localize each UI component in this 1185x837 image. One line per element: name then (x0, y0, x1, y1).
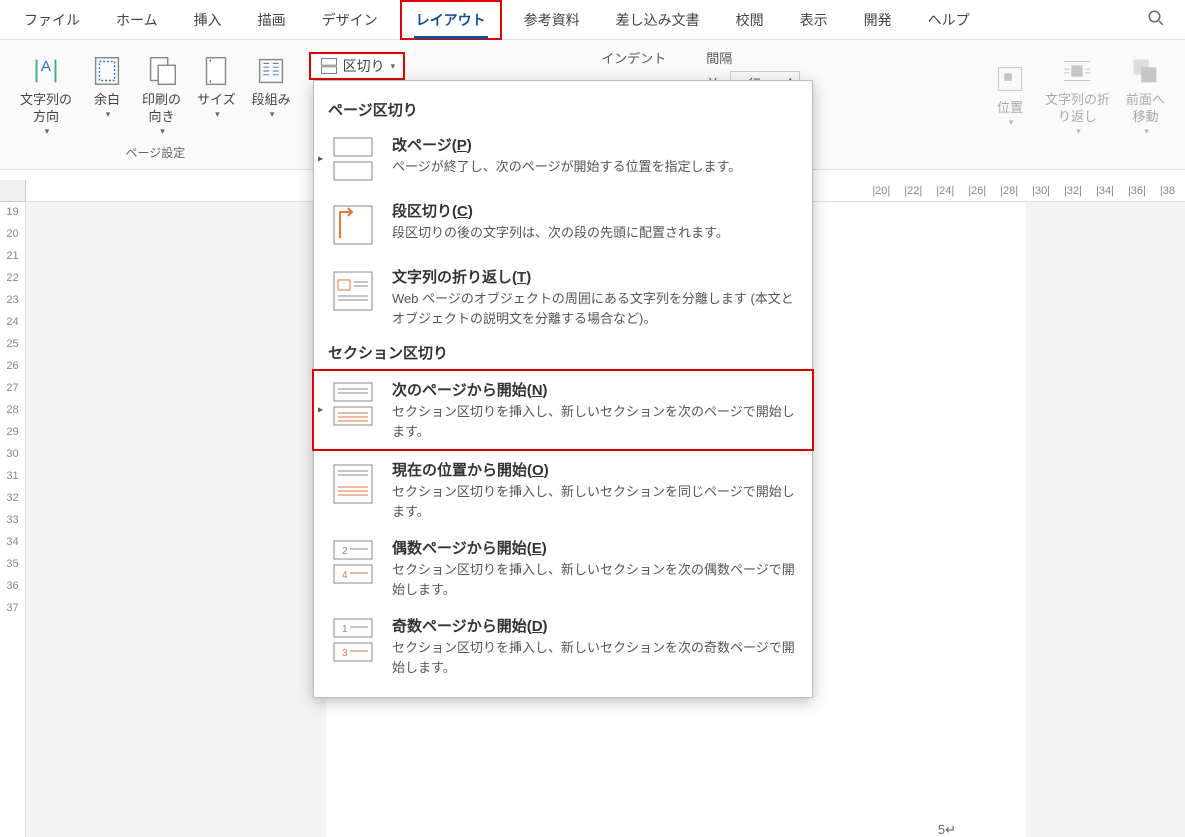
search-icon[interactable] (1137, 3, 1175, 36)
orientation-icon (143, 52, 181, 90)
breaks-button[interactable]: 区切り ▾ (309, 52, 406, 80)
chevron-down-icon: ▾ (106, 109, 111, 120)
odd-page-break-icon: 13 (328, 615, 378, 665)
text-direction-icon: A (27, 52, 65, 90)
ribbon-tabs: ファイル ホーム 挿入 描画 デザイン レイアウト 参考資料 差し込み文書 校閲… (0, 0, 1185, 40)
chevron-down-icon: ▾ (45, 126, 50, 137)
chevron-down-icon: ▾ (160, 126, 165, 137)
tab-insert[interactable]: 挿入 (180, 2, 236, 38)
break-page-item[interactable]: ▸ 改ページ(P) ページが終了し、次のページが開始する位置を指定します。 (314, 126, 812, 192)
break-even-page-item[interactable]: 24 偶数ページから開始(E) セクション区切りを挿入し、新しいセクションを次の… (314, 529, 812, 607)
text-wrap-break-icon (328, 266, 378, 316)
break-next-page-item[interactable]: ▸ 次のページから開始(N) セクション区切りを挿入し、新しいセクションを次のペ… (312, 369, 814, 451)
vertical-ruler[interactable]: 19202122232425262728293031323334353637 (0, 202, 26, 837)
chevron-down-icon: ▾ (270, 109, 275, 120)
break-text-wrap-item[interactable]: 文字列の折り返し(T) Web ページのオブジェクトの周囲にある文字列を分離しま… (314, 258, 812, 336)
tab-help[interactable]: ヘルプ (914, 2, 984, 38)
svg-text:3: 3 (342, 648, 348, 659)
text-direction-button[interactable]: A 文字列の方向 ▾ (14, 48, 78, 141)
spacing-label: 間隔 (706, 48, 800, 67)
page-number: 5↵ (938, 822, 956, 837)
chevron-down-icon: ▾ (1076, 126, 1081, 137)
svg-text:A: A (41, 58, 52, 75)
tab-draw[interactable]: 描画 (244, 2, 300, 38)
breaks-dropdown: ページ区切り ▸ 改ページ(P) ページが終了し、次のページが開始する位置を指定… (313, 80, 813, 698)
tab-layout[interactable]: レイアウト (400, 0, 502, 40)
page-breaks-header: ページ区切り (314, 93, 812, 126)
tab-home[interactable]: ホーム (102, 2, 172, 38)
column-break-icon (328, 200, 378, 250)
size-icon (197, 52, 235, 90)
break-column-item[interactable]: 段区切り(C) 段区切りの後の文字列は、次の段の先頭に配置されます。 (314, 192, 812, 258)
svg-text:2: 2 (342, 546, 348, 557)
chevron-down-icon: ▾ (215, 109, 220, 120)
group-arrange: 位置 ▾ 文字列の折り返し ▾ 前面へ移動 ▾ (979, 46, 1177, 163)
svg-text:4: 4 (342, 570, 348, 581)
breaks-icon (319, 56, 339, 76)
group-page-setup: A 文字列の方向 ▾ 余白 ▾ 印刷の向き ▾ サイズ ▾ 段組み (8, 46, 303, 163)
tab-file[interactable]: ファイル (10, 2, 94, 38)
page-break-icon (328, 134, 378, 184)
continuous-break-icon (328, 459, 378, 509)
margins-icon (88, 52, 126, 90)
section-breaks-header: セクション区切り (314, 336, 812, 369)
orientation-button[interactable]: 印刷の向き ▾ (136, 48, 187, 141)
columns-icon (252, 52, 290, 90)
tab-review[interactable]: 校閲 (722, 2, 778, 38)
chevron-down-icon: ▾ (1144, 126, 1149, 137)
wrap-text-button[interactable]: 文字列の折り返し ▾ (1039, 48, 1116, 141)
break-continuous-item[interactable]: 現在の位置から開始(O) セクション区切りを挿入し、新しいセクションを同じページ… (314, 451, 812, 529)
wrap-text-icon (1058, 52, 1096, 90)
margins-button[interactable]: 余白 ▾ (82, 48, 132, 124)
position-icon (991, 60, 1029, 98)
size-button[interactable]: サイズ ▾ (191, 48, 242, 124)
svg-text:1: 1 (342, 624, 348, 635)
tab-references[interactable]: 参考資料 (510, 2, 594, 38)
chevron-right-icon: ▸ (318, 405, 323, 416)
group-label-page-setup: ページ設定 (125, 144, 185, 161)
break-odd-page-item[interactable]: 13 奇数ページから開始(D) セクション区切りを挿入し、新しいセクションを次の… (314, 607, 812, 685)
tab-view[interactable]: 表示 (786, 2, 842, 38)
chevron-down-icon: ▾ (1009, 117, 1014, 128)
next-page-break-icon (328, 379, 378, 429)
columns-button[interactable]: 段組み ▾ (246, 48, 297, 124)
ruler-corner (0, 180, 26, 202)
tab-developer[interactable]: 開発 (850, 2, 906, 38)
tab-design[interactable]: デザイン (308, 2, 392, 38)
indent-label: インデント (601, 48, 666, 67)
bring-forward-button[interactable]: 前面へ移動 ▾ (1120, 48, 1171, 141)
tab-mailings[interactable]: 差し込み文書 (602, 2, 714, 38)
position-button[interactable]: 位置 ▾ (985, 48, 1035, 141)
even-page-break-icon: 24 (328, 537, 378, 587)
chevron-down-icon: ▾ (391, 61, 396, 72)
chevron-right-icon: ▸ (318, 154, 323, 165)
bring-forward-icon (1126, 52, 1164, 90)
